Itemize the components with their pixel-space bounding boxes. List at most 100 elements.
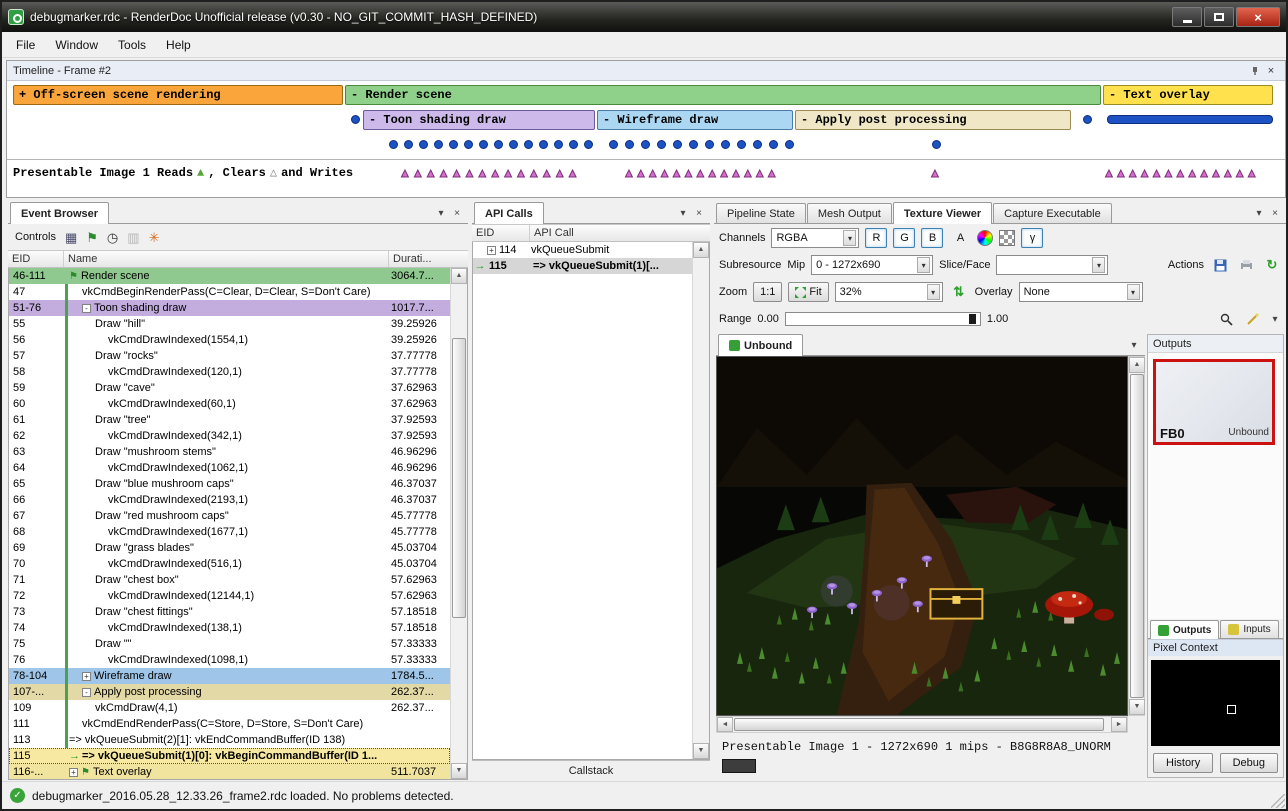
history-button[interactable]: History <box>1153 753 1213 773</box>
scroll-up-icon[interactable]: ▲ <box>693 242 709 258</box>
wand-icon[interactable] <box>1242 309 1262 329</box>
scroll-down-icon[interactable]: ▼ <box>451 763 467 779</box>
event-row[interactable]: 58vkCmdDrawIndexed(120,1)37.77778 <box>9 364 450 380</box>
usage-triangle[interactable]: ▲ <box>1103 167 1115 179</box>
usage-triangle[interactable]: ▲ <box>1151 167 1163 179</box>
channel-g-button[interactable]: G <box>893 228 915 248</box>
column-duration[interactable]: Durati... <box>389 251 468 267</box>
usage-triangle[interactable]: ▲ <box>515 167 527 179</box>
usage-triangle[interactable]: ▲ <box>399 167 411 179</box>
scroll-up-icon[interactable]: ▲ <box>1129 357 1145 373</box>
timeline-bar-apply-post-processing[interactable]: - Apply post processing <box>795 110 1071 130</box>
draw-call-dot[interactable] <box>464 140 473 149</box>
column-eid[interactable]: EID <box>472 225 530 241</box>
clock-icon[interactable]: ◷ <box>107 231 118 244</box>
usage-triangle[interactable]: ▲ <box>438 167 450 179</box>
expand-icon[interactable]: + <box>82 672 91 681</box>
api-call-row[interactable]: →115=> vkQueueSubmit(1)[... <box>473 258 692 274</box>
draw-call-dot[interactable] <box>419 140 428 149</box>
magnifier-icon[interactable] <box>1216 309 1236 329</box>
usage-triangle[interactable]: ▲ <box>742 167 754 179</box>
usage-triangle[interactable]: ▲ <box>1115 167 1127 179</box>
event-browser-scrollbar[interactable]: ▲ ▼ <box>450 268 467 779</box>
event-row[interactable]: 75Draw ""57.33333 <box>9 636 450 652</box>
usage-triangle[interactable]: ▲ <box>635 167 647 179</box>
event-row[interactable]: 113=> vkQueueSubmit(2)[1]: vkEndCommandB… <box>9 732 450 748</box>
texture-image[interactable] <box>717 357 1127 715</box>
event-row[interactable]: 51-76-Toon shading draw1017.7... <box>9 300 450 316</box>
usage-triangle[interactable]: ▲ <box>706 167 718 179</box>
draw-call-dot[interactable] <box>434 140 443 149</box>
debug-button[interactable]: Debug <box>1220 753 1278 773</box>
chevron-down-icon[interactable]: ▾ <box>1252 208 1266 219</box>
usage-triangle[interactable]: ▲ <box>754 167 766 179</box>
tab-texture-viewer[interactable]: Texture Viewer <box>893 202 992 224</box>
menu-window[interactable]: Window <box>45 34 108 56</box>
draw-call-dot[interactable] <box>569 140 578 149</box>
event-row[interactable]: 72vkCmdDrawIndexed(12144,1)57.62963 <box>9 588 450 604</box>
channels-select[interactable]: RGBA▾ <box>771 228 859 248</box>
usage-triangle[interactable]: ▲ <box>1186 167 1198 179</box>
refresh-icon[interactable]: ↻ <box>1262 255 1282 275</box>
expand-icon[interactable]: + <box>69 768 78 777</box>
usage-triangle[interactable]: ▲ <box>554 167 566 179</box>
usage-triangle[interactable]: ▲ <box>1198 167 1210 179</box>
draw-call-dot[interactable] <box>737 140 746 149</box>
draw-call-dot[interactable] <box>657 140 666 149</box>
tab-mesh-output[interactable]: Mesh Output <box>807 203 892 223</box>
mip-select[interactable]: 0 - 1272x690▾ <box>811 255 933 275</box>
colorwheel-icon[interactable] <box>977 230 993 246</box>
timeline-bar-toon-shading-draw[interactable]: - Toon shading draw <box>363 110 595 130</box>
timeline-merged-draws[interactable] <box>1107 115 1273 124</box>
slice-face-select[interactable]: ▾ <box>996 255 1108 275</box>
tab-inputs[interactable]: Inputs <box>1220 620 1278 638</box>
column-api-call[interactable]: API Call <box>530 225 710 241</box>
zoom-1to1-button[interactable]: 1:1 <box>753 282 782 302</box>
usage-triangle[interactable]: ▲ <box>1234 167 1246 179</box>
event-row[interactable]: 59Draw "cave"37.62963 <box>9 380 450 396</box>
tab-unbound-texture[interactable]: Unbound <box>718 334 803 356</box>
draw-call-dot[interactable] <box>351 115 360 124</box>
usage-triangle[interactable]: ▲ <box>451 167 463 179</box>
usage-triangle[interactable]: ▲ <box>528 167 540 179</box>
event-row[interactable]: 116-...+⚑Text overlay511.7037 <box>9 764 450 779</box>
draw-call-dot[interactable] <box>705 140 714 149</box>
event-row[interactable]: 69Draw "grass blades"45.03704 <box>9 540 450 556</box>
column-name[interactable]: Name <box>64 251 389 267</box>
collapse-icon[interactable]: - <box>82 688 91 697</box>
draw-call-dot[interactable] <box>932 140 941 149</box>
tab-outputs[interactable]: Outputs <box>1150 620 1219 639</box>
menu-file[interactable]: File <box>6 34 45 56</box>
tab-pipeline-state[interactable]: Pipeline State <box>716 203 806 223</box>
timeline-bar-off-screen-scene-rendering[interactable]: + Off-screen scene rendering <box>13 85 343 105</box>
export-icon[interactable] <box>1236 255 1256 275</box>
save-icon[interactable] <box>1210 255 1230 275</box>
callstack-section[interactable]: Callstack <box>472 760 710 780</box>
event-row[interactable]: 71Draw "chest box"57.62963 <box>9 572 450 588</box>
event-row[interactable]: 76vkCmdDrawIndexed(1098,1)57.33333 <box>9 652 450 668</box>
minimize-button[interactable] <box>1172 7 1202 27</box>
maximize-button[interactable] <box>1204 7 1234 27</box>
draw-call-dot[interactable] <box>479 140 488 149</box>
event-row[interactable]: 55Draw "hill"39.25926 <box>9 316 450 332</box>
event-row[interactable]: 65Draw "blue mushroom caps"46.37037 <box>9 476 450 492</box>
menu-help[interactable]: Help <box>156 34 201 56</box>
usage-triangle[interactable]: ▲ <box>623 167 635 179</box>
event-row[interactable]: 67Draw "red mushroom caps"45.77778 <box>9 508 450 524</box>
pin-icon[interactable] <box>1247 64 1263 78</box>
tab-event-browser[interactable]: Event Browser <box>10 202 109 224</box>
scroll-right-icon[interactable]: ► <box>1111 717 1127 732</box>
draw-call-dot[interactable] <box>753 140 762 149</box>
draw-call-dot[interactable] <box>539 140 548 149</box>
usage-triangle[interactable]: ▲ <box>1210 167 1222 179</box>
event-row[interactable]: 56vkCmdDrawIndexed(1554,1)39.25926 <box>9 332 450 348</box>
event-row[interactable]: 109vkCmdDraw(4,1)262.37... <box>9 700 450 716</box>
event-row[interactable]: 61Draw "tree"37.92593 <box>9 412 450 428</box>
usage-triangle[interactable]: ▲ <box>425 167 437 179</box>
draw-call-dot[interactable] <box>554 140 563 149</box>
api-calls-scrollbar[interactable]: ▲ ▼ <box>692 242 709 759</box>
draw-call-dot[interactable] <box>404 140 413 149</box>
draw-call-dot[interactable] <box>1083 115 1092 124</box>
scrollbar-thumb[interactable] <box>1130 374 1144 698</box>
gamma-button[interactable]: γ <box>1021 228 1043 248</box>
